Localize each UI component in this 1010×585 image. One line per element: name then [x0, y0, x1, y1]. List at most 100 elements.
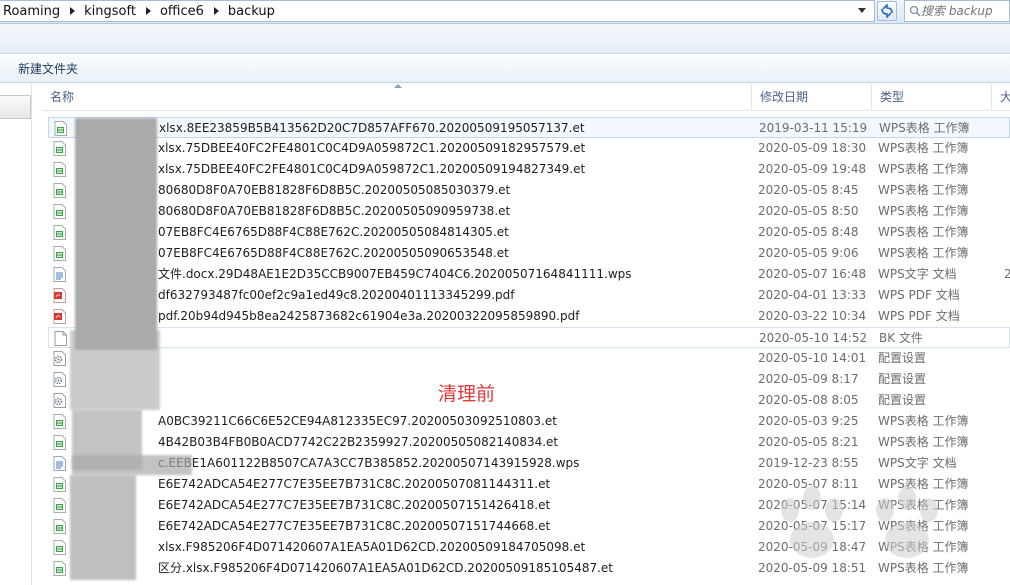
address-history-dropdown-icon[interactable] — [858, 8, 866, 13]
config-icon — [53, 372, 66, 387]
file-row[interactable]: A0BC39211C66C6E52CE94A812335EC97.2020050… — [48, 411, 1010, 432]
file-name: 80680D8F0A70EB81828F6D8B5C.2020050509095… — [158, 204, 511, 218]
file-row[interactable]: xlsx.75DBEE40FC2FE4801C0C4D9A059872C1.20… — [48, 138, 1010, 159]
wps-et-icon — [53, 519, 66, 534]
file-type: WPS表格 工作簿 — [878, 183, 969, 197]
file-row[interactable]: 4B42B03B4FB0B0ACD7742C22B2359927.2020050… — [48, 432, 1010, 453]
file-row[interactable]: 07EB8FC4E6765D88F4C88E762C.2020050509065… — [48, 243, 1010, 264]
file-type: WPS表格 工作簿 — [878, 225, 969, 239]
file-type: WPS PDF 文档 — [878, 288, 960, 302]
file-type: 配置设置 — [878, 351, 927, 365]
file-type: WPS表格 工作簿 — [878, 141, 969, 155]
file-date: 2020-05-10 14:01 — [758, 351, 867, 365]
command-toolbar: 新建文件夹 — [0, 55, 1010, 83]
blank-file-icon — [54, 331, 67, 346]
wps-et-icon — [53, 225, 66, 240]
file-type: WPS表格 工作簿 — [879, 121, 970, 135]
wps-et-icon — [53, 204, 66, 219]
column-header-type[interactable]: 类型 — [872, 84, 992, 110]
wps-et-icon — [53, 414, 66, 429]
file-type: BK 文件 — [879, 331, 923, 345]
address-bar: Roaming kingsoft office6 backup — [0, 0, 1010, 24]
file-date: 2020-05-05 8:45 — [758, 183, 859, 197]
breadcrumb-item-roaming[interactable]: Roaming — [0, 4, 64, 19]
file-name: 区分.xlsx.F985206F4D071420607A1EA5A01D62CD… — [158, 561, 614, 575]
breadcrumb-item-kingsoft[interactable]: kingsoft — [81, 4, 140, 19]
file-date: 2020-05-08 8:05 — [758, 393, 859, 407]
file-date: 2020-05-03 9:25 — [758, 414, 859, 428]
file-type: WPS表格 工作簿 — [878, 435, 969, 449]
breadcrumb-item-backup[interactable]: backup — [225, 4, 279, 19]
wps-et-icon — [53, 162, 66, 177]
breadcrumb-separator-icon[interactable] — [145, 7, 151, 15]
file-name: xlsx.8EE23859B5B413562D20C7D857AFF670.20… — [159, 121, 585, 135]
refresh-button[interactable] — [877, 1, 897, 21]
watermark-logo — [781, 486, 938, 558]
wps-et-icon — [53, 246, 66, 261]
file-row[interactable]: 文件.docx.29D48AE1E2D35CCB9007EB459C7404C6… — [48, 264, 1010, 285]
file-name: 文件.docx.29D48AE1E2D35CCB9007EB459C7404C6… — [158, 267, 632, 281]
sort-ascending-icon — [394, 84, 402, 88]
column-name-label: 名称 — [50, 90, 75, 104]
wps-et-icon — [53, 141, 66, 156]
file-date: 2019-03-11 15:19 — [759, 121, 868, 135]
file-date: 2020-05-09 8:17 — [758, 372, 859, 386]
navigation-item[interactable] — [0, 95, 31, 119]
file-row[interactable]: 07EB8FC4E6765D88F4C88E762C.2020050508481… — [48, 222, 1010, 243]
file-row[interactable]: pdf.20b94d945b8ea2425873682c61904e3a.202… — [48, 306, 1010, 327]
breadcrumb-item-office6[interactable]: office6 — [157, 4, 208, 19]
new-folder-button[interactable]: 新建文件夹 — [12, 59, 84, 79]
file-size: 2 — [1004, 267, 1010, 281]
wps-et-icon — [53, 540, 66, 555]
file-type: WPS表格 工作簿 — [878, 162, 969, 176]
file-row[interactable]: 80680D8F0A70EB81828F6D8B5C.2020050509095… — [48, 201, 1010, 222]
breadcrumb[interactable]: Roaming kingsoft office6 backup — [0, 0, 875, 22]
file-type: WPS表格 工作簿 — [878, 414, 969, 428]
file-type: 配置设置 — [878, 372, 927, 386]
file-row[interactable]: 2020-05-10 14:52 BK 文件 — [48, 327, 1010, 348]
file-row[interactable]: 80680D8F0A70EB81828F6D8B5C.2020050508503… — [48, 180, 1010, 201]
pdf-icon — [53, 288, 66, 303]
column-header-date[interactable]: 修改日期 — [752, 84, 872, 110]
file-name: 4B42B03B4FB0B0ACD7742C22B2359927.2020050… — [158, 435, 559, 449]
file-row[interactable]: xlsx.8EE23859B5B413562D20C7D857AFF670.20… — [48, 117, 1010, 138]
breadcrumb-separator-icon[interactable] — [213, 7, 219, 15]
column-type-label: 类型 — [880, 90, 905, 104]
file-type: WPS表格 工作簿 — [878, 246, 969, 260]
file-name: df632793487fc00ef2c9a1ed49c8.20200401113… — [158, 288, 515, 302]
wps-et-icon — [53, 498, 66, 513]
file-date: 2020-05-09 18:30 — [758, 141, 867, 155]
file-type: WPS表格 工作簿 — [878, 204, 969, 218]
navigation-pane[interactable] — [0, 84, 32, 585]
search-input[interactable] — [921, 4, 1001, 18]
file-name: xlsx.75DBEE40FC2FE4801C0C4D9A059872C1.20… — [158, 162, 586, 176]
file-date: 2020-05-10 14:52 — [759, 331, 868, 345]
file-name: xlsx.F985206F4D071420607A1EA5A01D62CD.20… — [158, 540, 586, 554]
file-name: E6E742ADCA54E277C7E35EE7B731C8C.20200507… — [158, 498, 551, 512]
file-date: 2020-05-07 16:48 — [758, 267, 867, 281]
wps-doc-icon — [53, 267, 66, 282]
file-name: E6E742ADCA54E277C7E35EE7B731C8C.20200507… — [158, 477, 551, 491]
privacy-blur — [70, 330, 160, 410]
column-header-size[interactable]: 大 — [992, 84, 1010, 110]
file-date: 2020-05-05 8:21 — [758, 435, 859, 449]
search-box[interactable] — [904, 0, 1010, 22]
file-row[interactable]: 2020-05-10 14:01 配置设置 — [48, 348, 1010, 369]
file-row[interactable]: df632793487fc00ef2c9a1ed49c8.20200401113… — [48, 285, 1010, 306]
file-type: 配置设置 — [878, 393, 927, 407]
file-row[interactable]: xlsx.75DBEE40FC2FE4801C0C4D9A059872C1.20… — [48, 159, 1010, 180]
file-row[interactable]: 2020-05-08 8:05 配置设置 — [48, 390, 1010, 411]
annotation-before-cleanup: 清理前 — [438, 383, 496, 405]
wps-et-icon — [53, 435, 66, 450]
column-date-label: 修改日期 — [760, 90, 809, 104]
column-header-row: 名称 修改日期 类型 大 — [42, 84, 1010, 111]
privacy-blur — [75, 118, 157, 350]
file-name: A0BC39211C66C6E52CE94A812335EC97.2020050… — [158, 414, 557, 428]
breadcrumb-separator-icon[interactable] — [70, 7, 76, 15]
file-row[interactable]: 2020-05-09 8:17 配置设置 — [48, 369, 1010, 390]
wps-et-icon — [53, 183, 66, 198]
search-icon — [909, 5, 921, 17]
wps-doc-icon — [53, 456, 66, 471]
file-date: 2020-05-05 8:50 — [758, 204, 859, 218]
file-name: E6E742ADCA54E277C7E35EE7B731C8C.20200507… — [158, 519, 551, 533]
